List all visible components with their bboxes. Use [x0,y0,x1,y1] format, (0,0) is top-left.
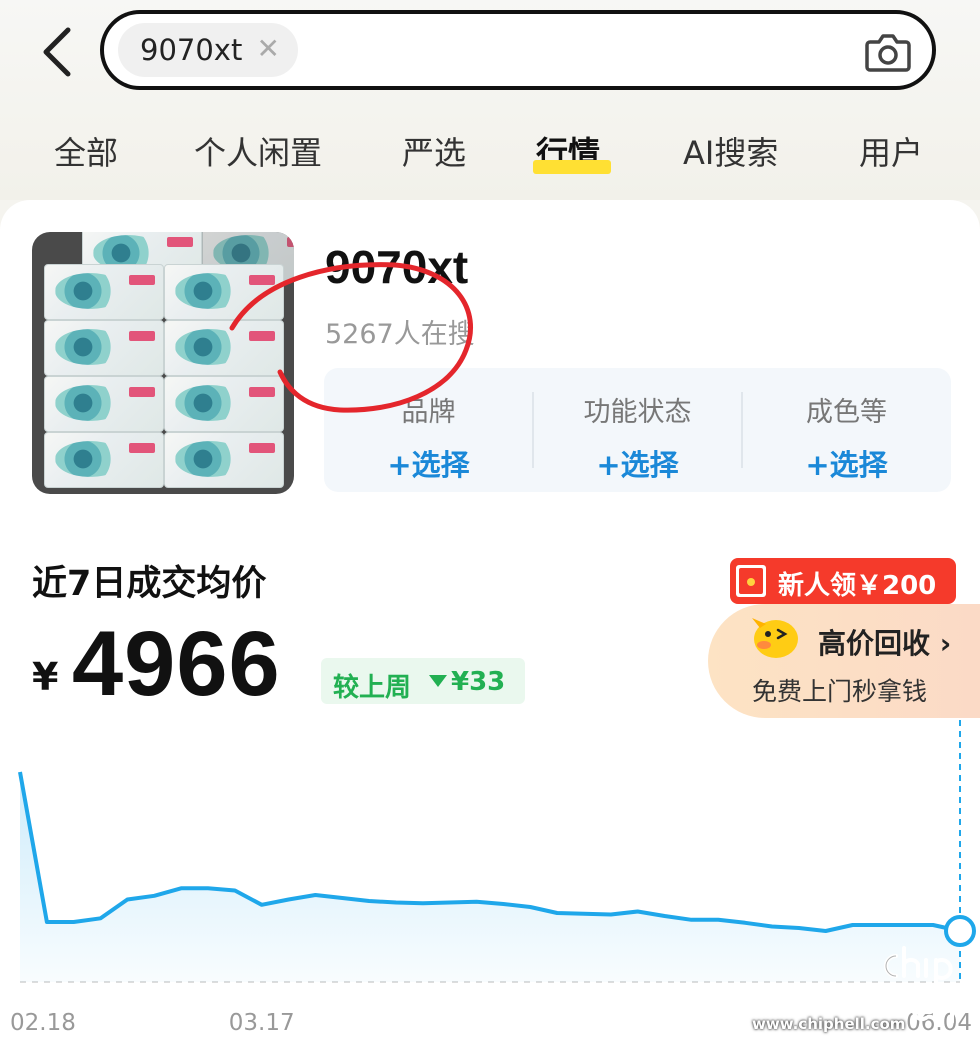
clear-query-icon[interactable]: ✕ [257,32,280,65]
down-triangle-icon [429,675,447,687]
tab-all[interactable]: 全部 [54,128,118,174]
price-trend-chart[interactable]: 02.18 03.17 06.04 [0,720,980,1059]
filter-function-label: 功能状态 [583,397,692,428]
mascot-bird-icon [752,618,798,658]
recycle-subtitle: 免费上门秒拿钱 [752,677,928,706]
watermark-text: www.chiphell.com [752,1015,906,1033]
filter-condition[interactable]: 成色等 +选择 [742,368,951,492]
compare-label: 较上周 [333,673,412,703]
coupon-text: 新人领￥200 [778,571,937,601]
filter-condition-label: 成色等 [806,397,887,428]
camera-icon[interactable] [864,28,912,74]
filter-divider [741,392,743,468]
active-tab-indicator [533,160,611,174]
filter-brand[interactable]: 品牌 +选择 [324,368,533,492]
tab-ai-search[interactable]: AI搜索 [683,128,778,174]
filter-brand-label: 品牌 [401,397,456,428]
recycle-title: 高价回收 › [818,627,952,660]
search-box[interactable]: 9070xt ✕ [100,10,936,90]
new-user-coupon-badge[interactable]: 新人领￥200 [730,558,956,604]
tab-users[interactable]: 用户 [859,128,923,174]
filter-function-status[interactable]: 功能状态 +选择 [533,368,742,492]
x-tick-label: 03.17 [229,1010,295,1036]
chart-area-fill [20,772,960,982]
currency-symbol: ¥ [32,655,59,699]
filter-panel: 品牌 +选择 功能状态 +选择 成色等 +选择 [324,368,951,492]
search-count: 5267人在搜 [325,319,475,350]
search-query-text: 9070xt [140,33,243,67]
search-query-chip[interactable]: 9070xt ✕ [118,23,298,77]
week-compare-badge: 较上周 ¥33 [321,658,525,704]
avg-price-title: 近7日成交均价 [32,564,267,604]
x-tick-label: 02.18 [10,1010,76,1036]
chart-end-point[interactable] [944,915,976,947]
back-arrow-icon[interactable] [36,24,80,80]
filter-condition-select[interactable]: +选择 [742,442,951,484]
product-image[interactable] [32,232,294,494]
tab-personal-idle[interactable]: 个人闲置 [194,128,322,174]
category-tabs: 全部 个人闲置 严选 行情 AI搜索 用户 [0,128,980,188]
filter-brand-select[interactable]: +选择 [324,442,533,484]
tab-selected[interactable]: 严选 [402,128,466,174]
recycle-banner[interactable]: 高价回收 › 免费上门秒拿钱 [708,604,980,718]
avg-price-value: 4966 [72,613,281,715]
filter-function-select[interactable]: +选择 [533,442,742,484]
filter-divider [532,392,534,468]
red-envelope-icon [736,565,766,597]
product-title: 9070xt [325,241,469,293]
compare-value: ¥33 [451,667,506,697]
